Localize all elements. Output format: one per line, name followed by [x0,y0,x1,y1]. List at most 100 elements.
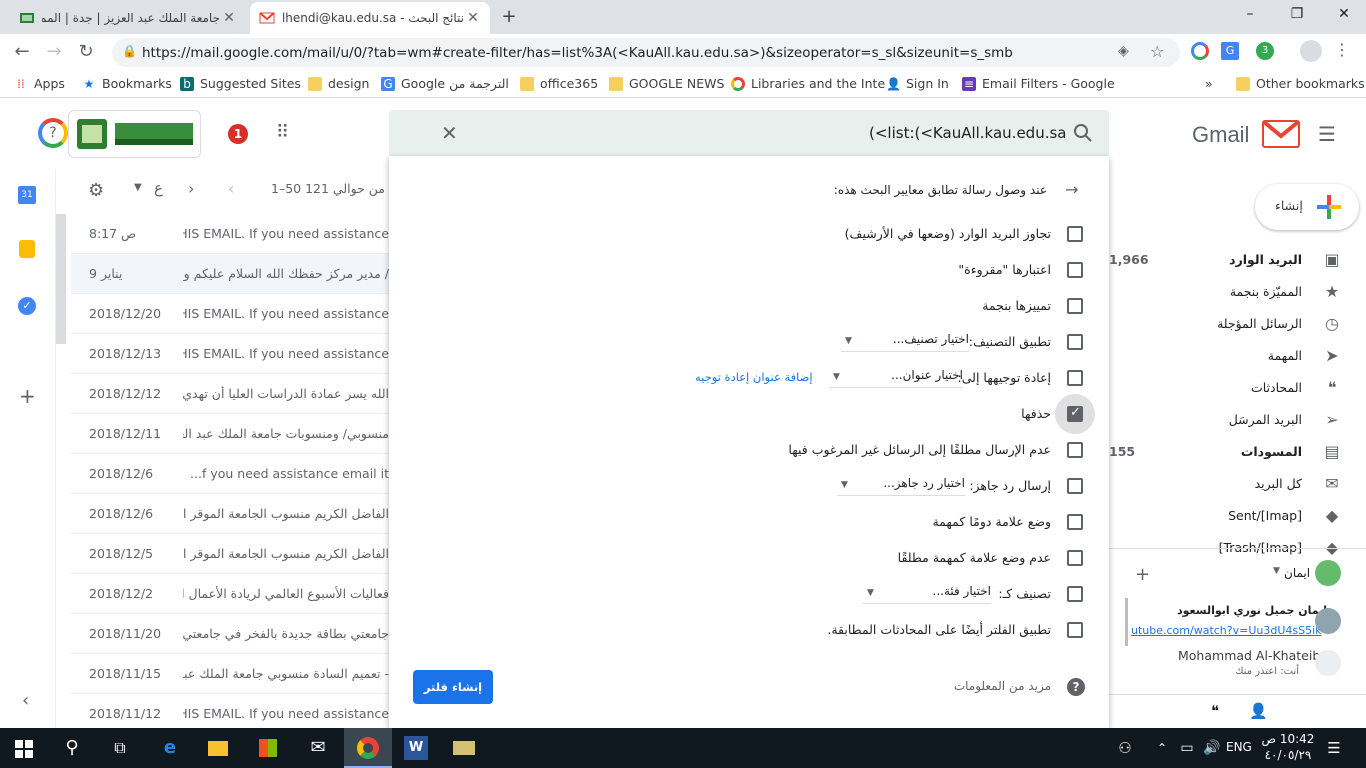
chrome-taskbar-button[interactable] [344,728,392,768]
search-icon[interactable] [1073,123,1093,143]
contact-name[interactable]: ايمان جميل نوري ابوالسعود [1149,604,1327,617]
hangouts-user-avatar[interactable] [1315,560,1341,586]
tab-close-icon[interactable]: ✕ [220,10,238,26]
mail-taskbar-icon[interactable]: ✉ [306,736,330,760]
nav-item[interactable]: ✉ كل البريد [1109,468,1342,500]
browser-tab-kau[interactable]: جامعة الملك عبد العزيز | جدة | المملكة ✕ [10,2,246,34]
mail-row[interactable]: 8:17 ص TO THIS EMAIL. If you need assist… [71,214,389,254]
nav-item[interactable]: ▣ البريد الوارد 1,966 [1109,244,1342,276]
newer-page-icon[interactable]: ‹ [228,179,234,198]
back-to-search-icon[interactable]: → [1065,180,1078,199]
chrome-menu-icon[interactable]: ⋮ [1334,40,1350,59]
forward-icon[interactable]: → [42,41,66,62]
store-icon[interactable] [256,736,280,760]
reload-icon[interactable]: ↻ [74,41,98,62]
mail-row[interactable]: 9 يناير / مدير مركز حفظك الله السلام علي… [71,254,389,294]
kau-logo[interactable] [68,110,201,158]
address-bar[interactable]: 🔒 https://mail.google.com/mail/u/0/?tab=… [112,38,1180,67]
scrollbar-thumb[interactable] [56,214,66,344]
nav-item[interactable]: ★ المميّزة بنجمة [1109,276,1342,308]
bookmark-translate[interactable]: G Google الترجمة من [381,76,509,91]
nav-item[interactable]: ➤ المهمة [1109,340,1342,372]
filter-select[interactable]: اختيار عنوان... ▼ [829,368,963,388]
mail-row[interactable]: 2018/12/6 f you need assistance email it… [71,454,389,494]
compose-button[interactable]: إنشاء [1255,184,1359,230]
search-bar[interactable]: ✕ (<list:(<KauAll.kau.edu.sa [389,110,1109,156]
contact-status-link[interactable]: utube.com/watch?v=Uu3dU4sS5ik [1131,624,1327,637]
people-icon[interactable]: ⚇ [1113,736,1137,760]
filter-select[interactable]: اختيار فئة... ▼ [863,584,991,604]
new-chat-icon[interactable]: + [1135,564,1150,585]
translate-extension-icon[interactable]: G [1221,42,1239,60]
notification-badge[interactable]: 1 [228,124,248,144]
bookmark-sign-in[interactable]: 👤 Sign In [886,76,949,91]
contact-name[interactable]: Mohammad Al-Khateib [1178,648,1320,663]
bookmark-email-filters[interactable]: ≡ Email Filters - Google [962,76,1115,91]
nav-item[interactable]: ➢ البريد المرسَل [1109,404,1342,436]
google-extension-icon[interactable] [1191,42,1209,60]
calendar-icon[interactable]: 31 [18,186,36,204]
word-icon[interactable]: W [404,736,428,760]
keep-icon[interactable] [19,240,35,258]
filter-checkbox[interactable]: ✓ [1067,405,1083,422]
bookmark-office365[interactable]: office365 [520,76,598,91]
hangouts-user-name[interactable]: ايمان [1284,566,1310,580]
collapse-panel-icon[interactable]: ‹ [22,690,29,711]
hangouts-status-dropdown-icon[interactable]: ▼ [1273,566,1280,576]
help-icon[interactable]: ? [38,118,68,148]
hangouts-extension-icon[interactable]: 3 [1256,42,1274,60]
browser-tab-gmail[interactable]: نتائج البحث - ialhendi@kau.edu.sa ✕ [250,2,490,34]
mail-row[interactable]: 2018/12/5 الفاضل الكريم منسوب الجامعة ال… [71,534,389,574]
create-filter-button[interactable]: إنشاء فلتر [413,670,493,704]
mail-row[interactable]: 2018/11/15 - تعميم السادة منسوبي جامعة ا… [71,654,389,694]
new-tab-button[interactable]: + [497,6,521,28]
contact-avatar[interactable] [1315,650,1341,676]
help-circle-icon[interactable]: ? [1067,678,1085,696]
bookmark-star-icon[interactable]: ☆ [1150,42,1164,61]
filter-checkbox[interactable] [1067,370,1083,386]
bookmark-other[interactable]: Other bookmarks [1236,76,1365,91]
bookmark-design[interactable]: design [308,76,369,91]
filter-select[interactable]: اختيار تصنيف... ▼ [841,332,969,352]
bookmark-apps[interactable]: ⁞⁞ Apps [14,76,65,91]
search-taskbar-icon[interactable]: ⚲ [60,736,84,760]
maximize-button[interactable]: ❐ [1285,6,1309,22]
more-info-link[interactable]: مزيد من المعلومات [954,679,1051,693]
clock-time[interactable]: 10:42 ص [1258,732,1318,746]
tab-close-icon[interactable]: ✕ [464,10,482,26]
volume-icon[interactable]: 🔊 [1200,736,1224,760]
filter-checkbox[interactable] [1067,514,1083,530]
filter-checkbox[interactable] [1067,622,1083,638]
close-filter-icon[interactable]: ✕ [441,121,458,145]
settings-dropdown-icon[interactable]: ▼ [134,182,142,193]
add-addon-icon[interactable]: + [19,384,36,408]
settings-gear-icon[interactable]: ⚙ [88,180,104,201]
filter-checkbox[interactable] [1067,226,1083,242]
main-menu-icon[interactable]: ☰ [1318,122,1336,146]
mail-row[interactable]: 2018/12/13 THIS EMAIL. If you need assis… [71,334,389,374]
edge-icon[interactable]: e [158,736,182,760]
back-icon[interactable]: ← [10,41,34,62]
filter-checkbox[interactable] [1067,298,1083,314]
filter-checkbox[interactable] [1067,550,1083,566]
action-center-icon[interactable]: ☰ [1322,736,1346,760]
contact-avatar[interactable] [1315,608,1341,634]
extension-icon[interactable]: ◈ [1118,43,1129,59]
tasks-icon[interactable]: ✓ [18,297,36,315]
gmail-logo-icon[interactable] [1262,120,1300,148]
windows-start-icon[interactable] [15,740,33,758]
filter-select[interactable]: اختيار رد جاهز... ▼ [837,476,965,496]
task-view-icon[interactable]: ⧉ [108,736,132,760]
bookmark-suggested-sites[interactable]: b Suggested Sites [180,76,301,91]
bookmark-libraries[interactable]: Libraries and the Inte [731,76,885,91]
filter-checkbox[interactable] [1067,586,1083,602]
filter-checkbox[interactable] [1067,262,1083,278]
app-taskbar-icon[interactable] [452,736,476,760]
input-language[interactable]: ENG [1226,740,1252,754]
nav-item[interactable]: ◆ [Imap]/Sent [1109,500,1342,532]
bookmark-google-news[interactable]: GOOGLE NEWS [609,76,724,91]
mail-row[interactable]: 2018/12/6 الفاضل الكريم منسوب الجامعة ال… [71,494,389,534]
more-bookmarks-button[interactable]: » [1205,76,1213,91]
mail-row[interactable]: 2018/12/11 منسوبي/ ومنسوبات جامعة الملك … [71,414,389,454]
nav-item[interactable]: ▤ المسودات 155 [1109,436,1342,468]
